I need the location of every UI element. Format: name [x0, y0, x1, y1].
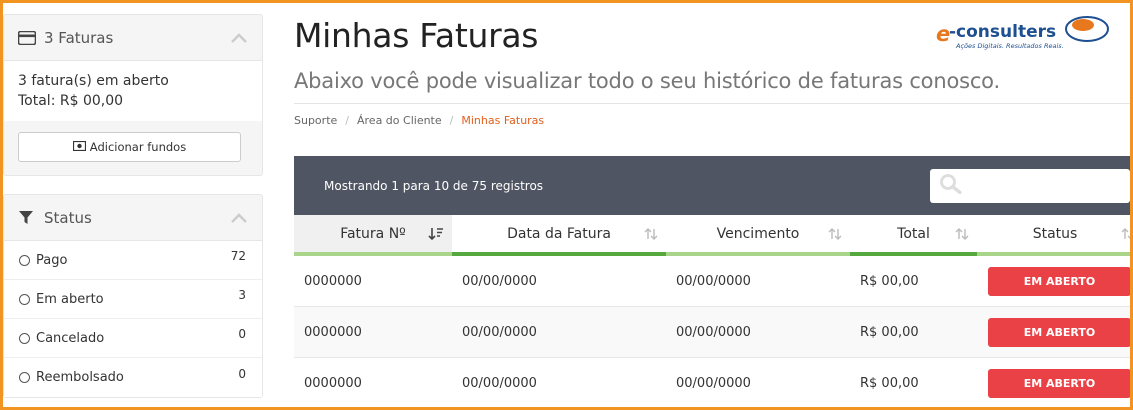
sort-icon[interactable]	[828, 227, 842, 241]
invoice-date: 00/00/0000	[462, 324, 537, 340]
radio-button[interactable]	[19, 332, 30, 344]
table-row[interactable]: 0000000 00/00/0000 00/00/0000 R$ 00,00 E…	[294, 256, 1133, 307]
invoice-total: R$ 00,00	[860, 273, 919, 289]
sort-icon[interactable]	[955, 227, 969, 241]
invoices-panel-title: 3 Faturas	[44, 28, 114, 47]
column-label: Total	[897, 225, 930, 242]
add-funds-label: Adicionar fundos	[89, 140, 187, 154]
status-badge[interactable]: EM ABERTO	[988, 368, 1131, 398]
status-filter-cancelado[interactable]: Cancelado 0	[4, 319, 262, 358]
status-count: 72	[230, 249, 246, 263]
invoices-panel: 3 Faturas 3 fatura(s) em aberto Total: R…	[3, 14, 263, 176]
status-label: Reembolsado	[36, 370, 124, 385]
invoice-date: 00/00/0000	[462, 273, 537, 289]
filter-icon	[18, 210, 38, 225]
status-filter-reembolsado[interactable]: Reembolsado 0	[4, 358, 262, 397]
open-invoices-text: 3 fatura(s) em aberto	[18, 73, 169, 89]
table-row[interactable]: 0000000 00/00/0000 00/00/0000 R$ 00,00 E…	[294, 358, 1133, 409]
invoice-number: 0000000	[304, 273, 362, 289]
column-header-vencimento[interactable]: Vencimento	[666, 215, 850, 256]
search-input[interactable]	[970, 178, 1120, 193]
invoice-total: R$ 00,00	[860, 375, 919, 391]
column-label: Fatura Nº	[340, 225, 406, 242]
status-badge[interactable]: EM ABERTO	[988, 317, 1131, 347]
column-header-status[interactable]: Status	[977, 215, 1133, 256]
status-badge[interactable]: EM ABERTO	[988, 266, 1131, 296]
sort-desc-icon[interactable]	[428, 227, 444, 241]
total-text: Total: R$ 00,00	[18, 93, 124, 109]
column-header-total[interactable]: Total	[850, 215, 977, 256]
status-count: 3	[238, 288, 246, 302]
invoice-total: R$ 00,00	[860, 324, 919, 340]
column-header-fatura[interactable]: Fatura Nº	[294, 215, 452, 256]
breadcrumb-link-suporte[interactable]: Suporte	[294, 114, 337, 127]
radio-button[interactable]	[19, 293, 30, 305]
svg-text:-consulters: -consulters	[949, 22, 1056, 42]
status-label: Pago	[36, 252, 68, 268]
status-panel-header[interactable]: Status	[4, 195, 262, 241]
search-box[interactable]	[930, 168, 1130, 203]
money-icon	[72, 140, 86, 154]
breadcrumb-separator: /	[345, 114, 349, 127]
radio-button[interactable]	[19, 372, 30, 383]
company-logo[interactable]: e -consulters Ações Digitais. Resultados…	[936, 14, 1116, 54]
table-row[interactable]: 0000000 00/00/0000 00/00/0000 R$ 00,00 E…	[294, 307, 1133, 358]
breadcrumb-current: Minhas Faturas	[461, 114, 545, 127]
search-icon	[940, 173, 962, 198]
chevron-up-icon[interactable]	[230, 212, 248, 224]
status-label: Em aberto	[36, 291, 104, 307]
status-panel: Status Pago 72 Em aberto 3 Cancelado 0 R…	[3, 194, 263, 398]
invoices-panel-header[interactable]: 3 Faturas	[4, 15, 262, 61]
status-count: 0	[238, 327, 246, 341]
breadcrumb-separator: /	[449, 114, 454, 127]
status-label: Cancelado	[36, 330, 105, 346]
page-title: Minhas Faturas	[294, 16, 539, 55]
column-label: Vencimento	[716, 225, 800, 242]
invoice-due-date: 00/00/0000	[676, 324, 751, 340]
table-toolbar: Mostrando 1 para 10 de 75 registros	[294, 156, 1133, 215]
records-info: Mostrando 1 para 10 de 75 registros	[324, 178, 544, 193]
sort-icon[interactable]	[1121, 227, 1133, 241]
column-label: Status	[1032, 225, 1078, 242]
chevron-up-icon[interactable]	[230, 32, 248, 44]
divider	[294, 103, 1133, 104]
table-header: Fatura Nº Data da Fatura Vencimento Tota…	[294, 215, 1133, 256]
radio-button[interactable]	[19, 254, 30, 266]
column-label: Data da Fatura	[507, 225, 611, 242]
column-header-data-da-fatura[interactable]: Data da Fatura	[452, 215, 666, 256]
breadcrumb-link-area-do-cliente[interactable]: Área do Cliente	[357, 114, 442, 127]
sort-icon[interactable]	[644, 227, 658, 241]
svg-text:Ações Digitais. Resultados Rea: Ações Digitais. Resultados Reais.	[955, 42, 1064, 50]
invoice-due-date: 00/00/0000	[676, 375, 751, 391]
invoice-date: 00/00/0000	[462, 375, 537, 391]
credit-card-icon	[18, 30, 38, 45]
invoice-number: 0000000	[304, 324, 362, 340]
status-count: 0	[238, 366, 246, 381]
breadcrumb: Suporte / Área do Cliente / Minhas Fatur…	[294, 114, 544, 127]
invoice-due-date: 00/00/0000	[676, 273, 751, 289]
status-filter-pago[interactable]: Pago 72	[4, 241, 262, 280]
add-funds-button[interactable]: Adicionar fundos	[18, 132, 241, 162]
page-subtitle: Abaixo você pode visualizar todo o seu h…	[294, 69, 1000, 93]
invoice-number: 0000000	[304, 375, 362, 391]
status-filter-em-aberto[interactable]: Em aberto 3	[4, 280, 262, 319]
status-panel-title: Status	[44, 208, 92, 227]
